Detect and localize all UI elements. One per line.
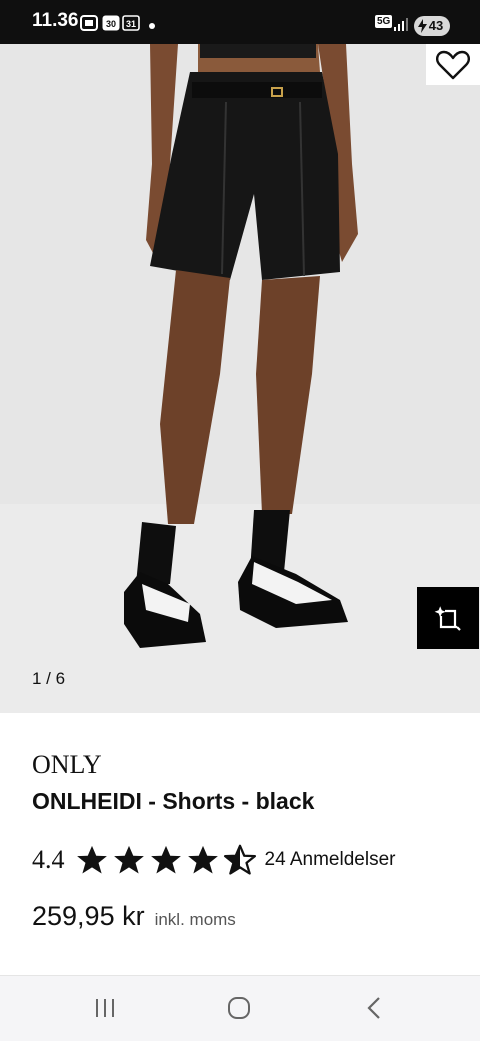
network-label: 5G [375,15,393,28]
back-icon [367,997,380,1019]
brand-name[interactable]: ONLY [32,750,102,780]
wishlist-button[interactable] [426,44,480,85]
screenshot-icon [80,15,98,31]
price: 259,95 kr [32,901,145,931]
battery-level: 43 [428,18,444,33]
rating-value: 4.4 [32,845,65,874]
ar-view-button[interactable] [417,587,479,649]
signal-icon [394,18,408,31]
star-half-icon [223,844,256,875]
recent-apps-button[interactable] [83,990,127,1026]
battery-charging-icon: 43 [414,16,450,36]
product-image[interactable]: 1 / 6 [0,44,480,713]
svg-text:30: 30 [106,19,116,29]
system-nav-bar [0,975,480,1041]
product-title: ONLHEIDI - Shorts - black [32,788,315,814]
calendar-30-icon: 30 [102,15,120,31]
ar-view-icon [434,606,461,631]
star-filled-icon [76,845,107,874]
price-row: 259,95 kr inkl. moms [32,901,236,932]
svg-text:31: 31 [126,19,136,29]
home-button[interactable] [217,990,261,1026]
star-filled-icon [150,845,181,874]
notification-dot-icon [149,23,155,29]
product-photo [0,44,480,713]
home-icon [228,997,250,1019]
status-bar: 11.36 30 31 5G 43 [0,0,480,44]
image-counter: 1 / 6 [32,669,66,688]
review-count-link[interactable]: 24 Anmeldelser [265,849,396,871]
recent-apps-icon [96,999,114,1017]
rating-row[interactable]: 4.4 24 Anmeldelser [32,842,395,878]
back-button[interactable] [352,990,396,1026]
star-filled-icon [187,845,218,874]
vat-note: inkl. moms [154,910,236,929]
calendar-31-icon: 31 [122,15,140,31]
rating-stars [75,843,257,877]
heart-outline-icon [436,50,470,79]
star-filled-icon [113,845,144,874]
status-time: 11.36 [32,10,79,31]
